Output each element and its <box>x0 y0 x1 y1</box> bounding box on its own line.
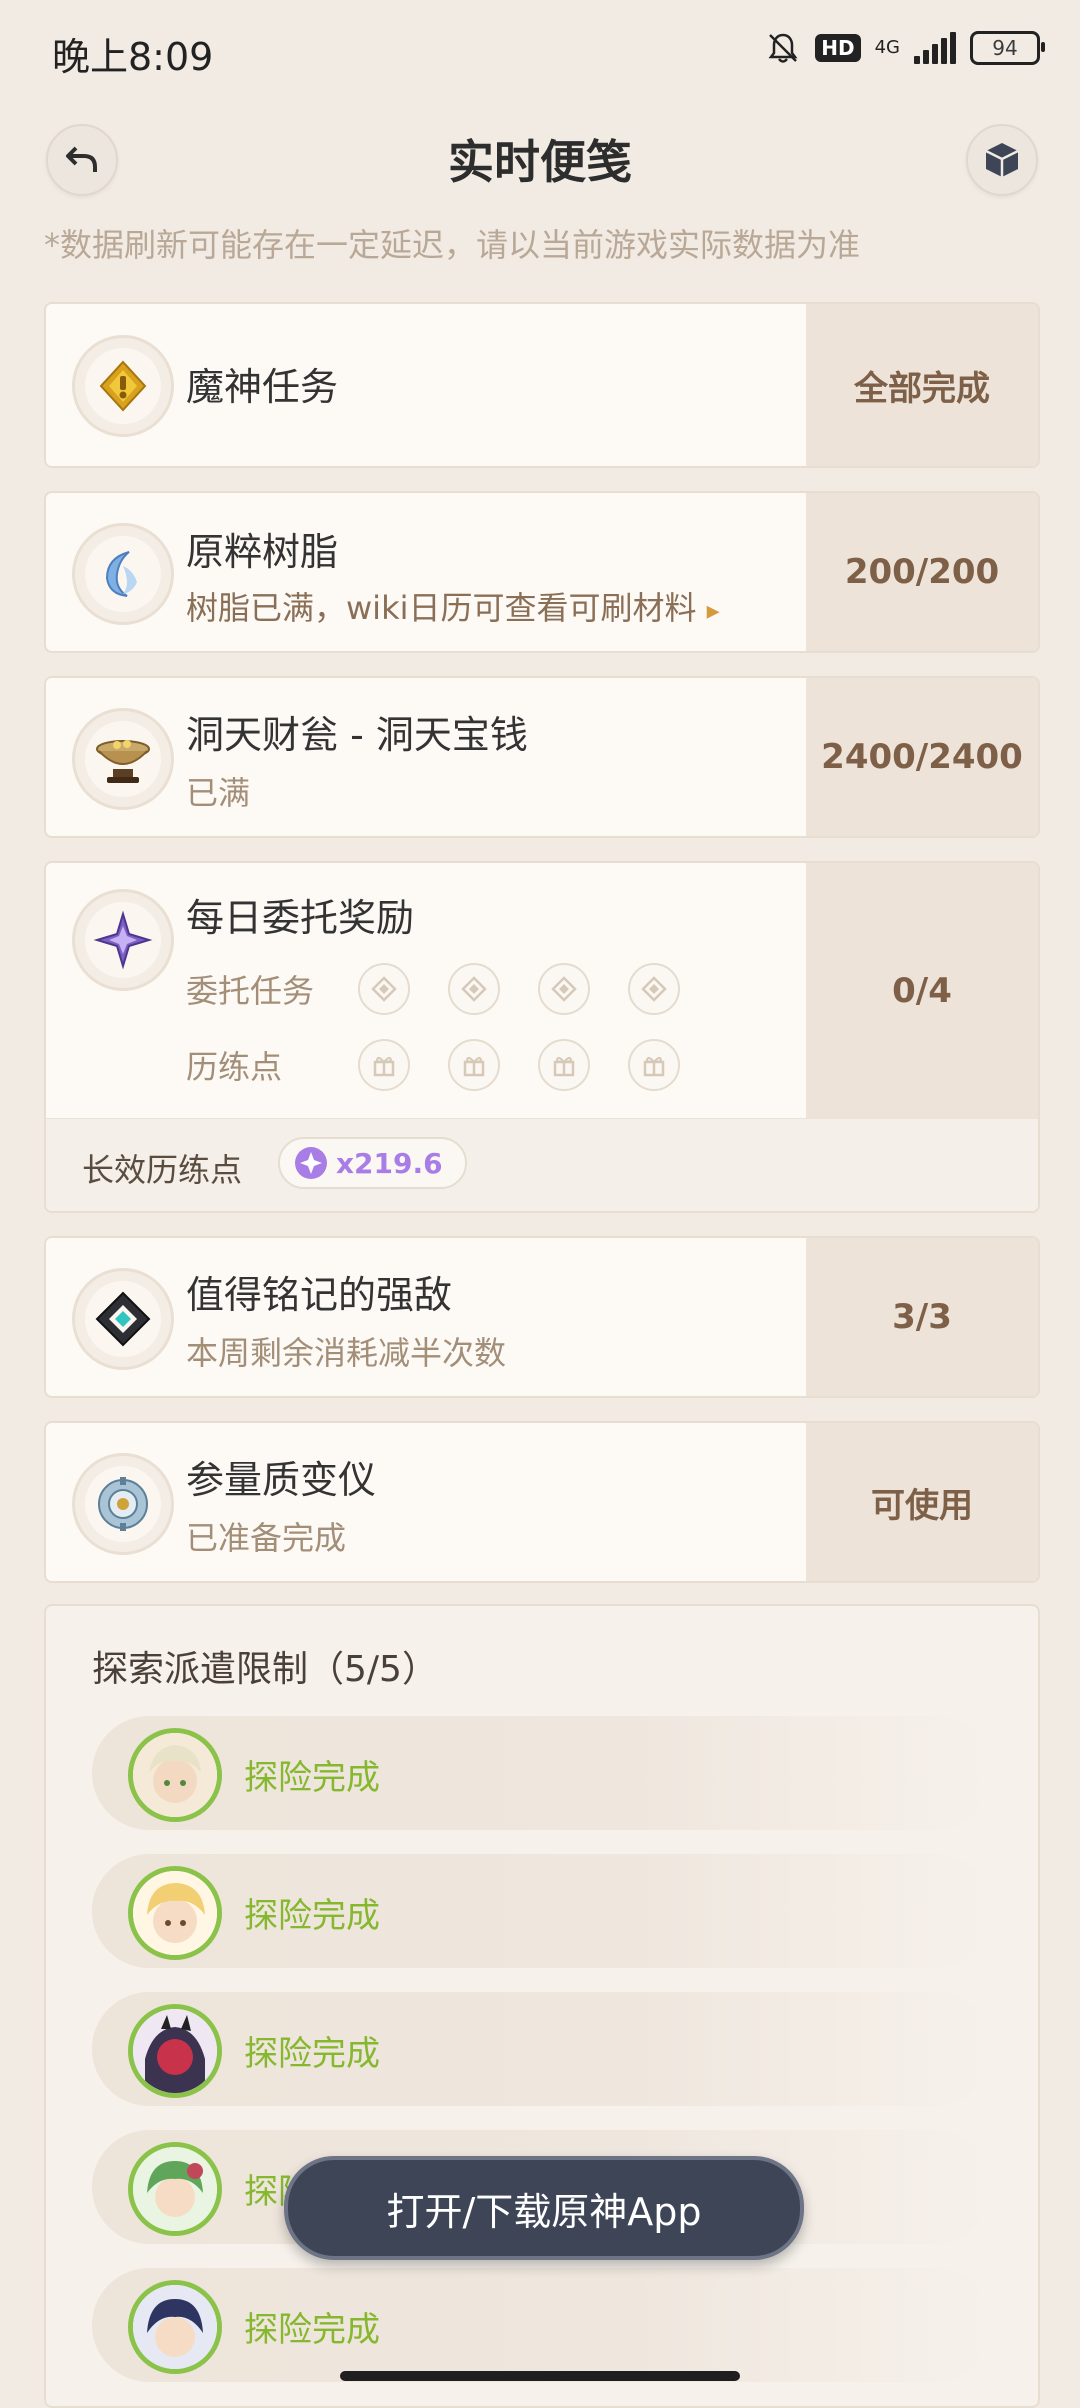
resin-value: 200/200 <box>806 493 1038 651</box>
status-time: 晚上8:09 <box>52 35 214 79</box>
cube-button[interactable] <box>966 124 1038 196</box>
character-avatar <box>128 1866 222 1960</box>
weekly-boss-info: 值得铭记的强敌 本周剩余消耗减半次数 <box>46 1238 806 1396</box>
status-bar: 晚上8:09 HD 4G 94 <box>0 0 1080 105</box>
commission-task-label: 委托任务 <box>186 972 315 1010</box>
realm-currency-card[interactable]: 洞天财瓮 - 洞天宝钱 已满 2400/2400 <box>44 676 1040 838</box>
expedition-status: 探险完成 <box>244 1758 380 1798</box>
transformer-title: 参量质变仪 <box>186 1458 377 1502</box>
page-header: 实时便笺 <box>0 118 1080 198</box>
archon-quest-card[interactable]: 魔神任务 全部完成 <box>44 302 1040 468</box>
realm-currency-info: 洞天财瓮 - 洞天宝钱 已满 <box>46 678 806 836</box>
transformer-subtitle: 已准备完成 <box>186 1519 347 1557</box>
daily-commission-info: 每日委托奖励 委托任务 历练点 <box>46 863 806 1119</box>
status-icons: HD 4G 94 <box>765 30 1045 66</box>
daily-commission-title: 每日委托奖励 <box>186 896 415 940</box>
realm-currency-title: 洞天财瓮 - 洞天宝钱 <box>186 713 528 757</box>
transformer-icon <box>72 1453 174 1555</box>
expedition-item[interactable]: 探险完成 <box>92 1854 992 1968</box>
realm-currency-icon <box>72 708 174 810</box>
mute-bell-icon <box>765 30 801 66</box>
expedition-item[interactable]: 探险完成 <box>92 2268 992 2382</box>
weekly-boss-value: 3/3 <box>806 1238 1038 1396</box>
resin-card[interactable]: 原粹树脂 树脂已满，wiki日历可查看可刷材料 ▸ 200/200 <box>44 491 1040 653</box>
expedition-status: 探险完成 <box>244 2034 380 2074</box>
archon-quest-info: 魔神任务 <box>46 304 806 466</box>
gift-icon <box>538 1039 590 1091</box>
weekly-boss-icon <box>72 1268 174 1370</box>
star-coin-icon <box>295 1147 327 1179</box>
gift-icon <box>628 1039 680 1091</box>
network-type: 4G <box>874 37 900 58</box>
hd-icon: HD <box>815 34 861 62</box>
refresh-note: *数据刷新可能存在一定延迟，请以当前游戏实际数据为准 <box>44 226 861 264</box>
daily-commission-card[interactable]: 每日委托奖励 委托任务 历练点 0/4 长效历练点 x219.6 <box>44 861 1040 1213</box>
expedition-status: 探险完成 <box>244 1896 380 1936</box>
weekly-boss-title: 值得铭记的强敌 <box>186 1273 453 1317</box>
daily-commission-icon <box>72 889 174 991</box>
commission-task-row: 委托任务 <box>186 963 718 1015</box>
long-term-points-value: x219.6 <box>336 1146 443 1180</box>
realm-currency-subtitle: 已满 <box>186 774 251 812</box>
gift-icon <box>448 1039 500 1091</box>
character-avatar <box>128 2004 222 2098</box>
daily-commission-value: 0/4 <box>806 863 1038 1119</box>
signal-icon <box>914 32 956 64</box>
commission-diamond-icon <box>448 963 500 1015</box>
battery-level: 94 <box>992 36 1018 60</box>
character-avatar <box>128 2142 222 2236</box>
resin-subtitle-link[interactable]: 树脂已满，wiki日历可查看可刷材料 ▸ <box>186 583 720 629</box>
commission-diamond-icon <box>538 963 590 1015</box>
archon-quest-value: 全部完成 <box>806 304 1038 466</box>
page-title: 实时便笺 <box>448 135 632 189</box>
home-indicator[interactable] <box>340 2371 740 2381</box>
resin-info: 原粹树脂 树脂已满，wiki日历可查看可刷材料 ▸ <box>46 493 806 651</box>
commission-diamond-icon <box>628 963 680 1015</box>
weekly-boss-card[interactable]: 值得铭记的强敌 本周剩余消耗减半次数 3/3 <box>44 1236 1040 1398</box>
long-term-points-bar: 长效历练点 x219.6 <box>46 1118 1038 1211</box>
weekly-boss-subtitle: 本周剩余消耗减半次数 <box>186 1334 507 1372</box>
character-avatar <box>128 2280 222 2374</box>
commission-diamond-icon <box>358 963 410 1015</box>
gift-icon <box>358 1039 410 1091</box>
expedition-status: 探险完成 <box>244 2310 380 2350</box>
character-avatar <box>128 1728 222 1822</box>
expedition-item[interactable]: 探险完成 <box>92 1992 992 2106</box>
transformer-card[interactable]: 参量质变仪 已准备完成 可使用 <box>44 1421 1040 1583</box>
expedition-item[interactable]: 探险完成 <box>92 1716 992 1830</box>
resin-subtitle: 树脂已满，wiki日历可查看可刷材料 <box>186 589 697 627</box>
training-points-row: 历练点 <box>186 1039 718 1091</box>
transformer-info: 参量质变仪 已准备完成 <box>46 1423 806 1581</box>
training-points-label: 历练点 <box>186 1048 283 1086</box>
long-term-points-label: 长效历练点 <box>82 1151 243 1189</box>
resin-icon <box>72 523 174 625</box>
transformer-value: 可使用 <box>806 1423 1038 1581</box>
long-term-points-pill: x219.6 <box>278 1137 467 1189</box>
resin-arrow-icon: ▸ <box>706 596 720 626</box>
cube-icon <box>985 143 1019 177</box>
archon-quest-title: 魔神任务 <box>186 365 339 409</box>
expedition-title: 探索派遣限制（5/5） <box>92 1649 438 1690</box>
battery-icon: 94 <box>970 31 1045 65</box>
resin-title: 原粹树脂 <box>186 530 339 574</box>
realm-currency-value: 2400/2400 <box>806 678 1038 836</box>
open-download-app-button[interactable]: 打开/下载原神App <box>284 2156 804 2260</box>
expedition-panel: 探索派遣限制（5/5） 探险完成 探险完成 探险完成 探险完成 探险完成 <box>44 1604 1040 2408</box>
archon-quest-icon <box>72 335 174 437</box>
